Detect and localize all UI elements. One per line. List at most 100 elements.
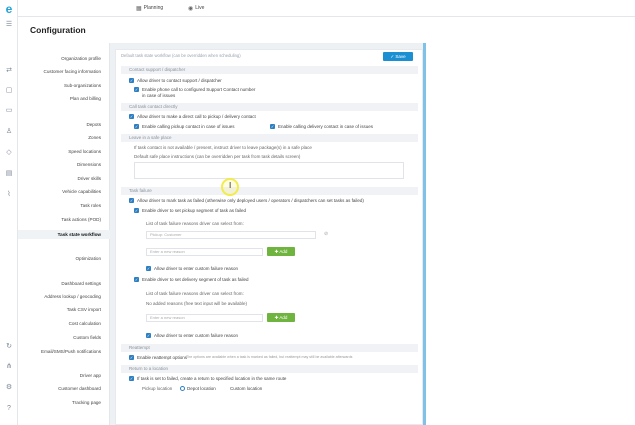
sidebar-item-notifications[interactable]: Email/SMS/Push notifications [17, 349, 101, 355]
delivery-add-label: Add [279, 315, 288, 320]
sidebar-item-address-lookup[interactable]: Address lookup / geocoding [17, 294, 101, 300]
enable-delivery-failed-checkbox[interactable]: ✓ [134, 277, 139, 282]
pickup-new-reason-input[interactable]: Enter a new reason [146, 248, 263, 256]
app-window: e ☰ ⇄ ▢ ▭ ♙ ◇ ▤ ⌇ ↻ ⋔ ⚙ ? ▦ Planning ◉ L… [0, 0, 635, 425]
sidebar-item-dimensions[interactable]: Dimensions [17, 162, 101, 168]
menu-icon[interactable]: ☰ [4, 20, 14, 30]
right-blank-area [426, 43, 635, 425]
sync-icon[interactable]: ↻ [4, 342, 14, 352]
sidebar-item-driver-app[interactable]: Driver app [17, 373, 101, 379]
page-title: Configuration [30, 25, 86, 35]
settings-icon[interactable]: ⚙ [4, 383, 14, 393]
sidebar-item-task-roles[interactable]: Task roles [17, 203, 101, 209]
sidebar-item-cost-calculation[interactable]: Cost calculation [17, 321, 101, 327]
sidebar-item-tracking-page[interactable]: Tracking page [17, 400, 101, 406]
enable-calling-delivery-label: Enable calling delivery contact in case … [278, 124, 374, 129]
remove-reason-icon[interactable]: ⊘ [324, 232, 328, 237]
return-option-label: If task is set to failed, create a retur… [137, 376, 287, 381]
delivery-new-reason-input[interactable]: Enter a new reason [146, 314, 263, 322]
radio-depot[interactable] [180, 386, 185, 391]
text-cursor-icon: I [229, 181, 232, 190]
delivery-no-reasons-note: No added reasons (free text input will b… [146, 301, 248, 306]
sidebar-item-customer-facing-information[interactable]: Customer facing information [17, 69, 101, 75]
network-icon[interactable]: ⋔ [4, 362, 14, 372]
top-bar: ▦ Planning ◉ Live [18, 0, 635, 17]
enable-pickup-failed-checkbox[interactable]: ✓ [134, 208, 139, 213]
sidebar-item-dashboard-settings[interactable]: Dashboard settings [17, 281, 101, 287]
enable-reattempt-label: Enable reattempt options [137, 355, 188, 360]
workflow-form-panel: Default task state workflow (can be over… [115, 49, 423, 425]
message-icon[interactable]: ▤ [4, 169, 14, 179]
save-label: Save [395, 54, 406, 59]
allow-direct-call-checkbox[interactable]: ✓ [129, 114, 134, 119]
truck-icon[interactable]: ▭ [4, 106, 14, 116]
left-icon-rail: e ☰ ⇄ ▢ ▭ ♙ ◇ ▤ ⌇ ↻ ⋔ ⚙ ? [0, 0, 18, 425]
sidebar-item-optimization[interactable]: Optimization [17, 256, 101, 262]
route-icon[interactable]: ⇄ [4, 66, 14, 76]
section-safe-place: Leave in a safe place [121, 134, 418, 142]
allow-contact-support-label: Allow driver to contact support / dispat… [137, 78, 222, 83]
enable-reattempt-checkbox[interactable]: ✓ [129, 355, 134, 360]
enable-delivery-failed-label: Enable driver to set delivery segment of… [142, 277, 249, 282]
radio-custom-label[interactable]: Custom location [230, 386, 262, 391]
tab-live-label: Live [195, 5, 205, 11]
driver-icon[interactable]: ♙ [4, 127, 14, 137]
enable-calling-pickup-label: Enable calling pickup contact in case of… [142, 124, 235, 129]
section-contact-support: Contact support / dispatcher [121, 66, 418, 74]
signal-icon: ◉ [188, 5, 194, 12]
section-call-contact: Call task contact directly [121, 103, 418, 111]
allow-custom-pickup-checkbox[interactable]: ✓ [146, 266, 151, 271]
sidebar-item-driver-skills[interactable]: Driver skills [17, 176, 101, 182]
tag-icon[interactable]: ◇ [4, 148, 14, 158]
enable-calling-pickup-checkbox[interactable]: ✓ [134, 124, 139, 129]
pickup-reason-item[interactable]: Pickup: Customer [146, 231, 316, 239]
allow-mark-failed-label: Allow driver to mark task as failed (oth… [137, 198, 364, 203]
tab-planning[interactable]: ▦ Planning [136, 3, 163, 13]
box-icon[interactable]: ▢ [4, 86, 14, 96]
safe-place-textarea[interactable] [134, 162, 404, 179]
main-content: Default task state workflow (can be over… [110, 43, 425, 425]
allow-custom-delivery-checkbox[interactable]: ✓ [146, 333, 151, 338]
tab-planning-label: Planning [143, 5, 164, 11]
sidebar-item-sub-organizations[interactable]: Sub-organizations [17, 83, 101, 89]
enable-pickup-failed-label: Enable driver to set pickup segment of t… [142, 208, 247, 213]
title-bar: Configuration [18, 17, 635, 43]
enable-phone-call-checkbox[interactable]: ✓ [134, 87, 139, 92]
sidebar-item-vehicle-capabilities[interactable]: Vehicle capabilities [17, 189, 101, 195]
delivery-add-button[interactable]: ✚ Add [267, 313, 295, 322]
radio-depot-label: Depot location [187, 386, 216, 391]
help-icon[interactable]: ? [4, 404, 14, 414]
pickup-add-button[interactable]: ✚ Add [267, 247, 295, 256]
sidebar-item-speed-locations[interactable]: Speed locations [17, 149, 101, 155]
section-return: Return to a location [121, 365, 418, 373]
sidebar-item-zones[interactable]: Zones [17, 135, 101, 141]
pickup-add-label: Add [279, 249, 288, 254]
safe-place-default-label: Default safe place instructions (can be … [134, 154, 301, 159]
save-button[interactable]: ✓ Save [383, 52, 413, 61]
sidebar-item-customer-dashboard[interactable]: Customer dashboard [17, 386, 101, 392]
allow-mark-failed-checkbox[interactable]: ✓ [129, 198, 134, 203]
enable-calling-delivery-checkbox[interactable]: ✓ [270, 124, 275, 129]
settings-sidebar: Organization profile Customer facing inf… [18, 43, 110, 425]
sidebar-item-organization-profile[interactable]: Organization profile [17, 56, 101, 62]
return-option-checkbox[interactable]: ✓ [129, 376, 134, 381]
sidebar-item-task-actions[interactable]: Task actions (POD) [17, 217, 101, 223]
sidebar-item-plan-and-billing[interactable]: Plan and billing [17, 96, 101, 102]
section-reattempt: Reattempt [121, 344, 418, 352]
form-header-hint: Default task state workflow (can be over… [121, 53, 241, 58]
pickup-reasons-label: List of task failure reasons driver can … [146, 221, 244, 226]
brand-logo-icon[interactable]: e [3, 3, 15, 15]
sidebar-item-depots[interactable]: Depots [17, 122, 101, 128]
section-task-failure: Task failure [121, 187, 418, 195]
allow-custom-delivery-label: Allow driver to enter custom failure rea… [154, 333, 239, 338]
enable-phone-call-label: Enable phone call to configured Support … [142, 87, 256, 92]
sidebar-item-custom-fields[interactable]: Custom fields [17, 335, 101, 341]
sidebar-item-task-state-workflow[interactable]: Task state workflow [17, 232, 101, 238]
chart-icon[interactable]: ⌇ [4, 190, 14, 200]
reattempt-note: The options are available when a task is… [186, 355, 353, 359]
sidebar-item-task-csv-import[interactable]: Task CSV import [17, 307, 101, 313]
tab-live[interactable]: ◉ Live [188, 3, 204, 13]
allow-contact-support-checkbox[interactable]: ✓ [129, 78, 134, 83]
allow-custom-pickup-label: Allow driver to enter custom failure rea… [154, 266, 239, 271]
allow-direct-call-label: Allow driver to make a direct call to pi… [137, 114, 256, 119]
